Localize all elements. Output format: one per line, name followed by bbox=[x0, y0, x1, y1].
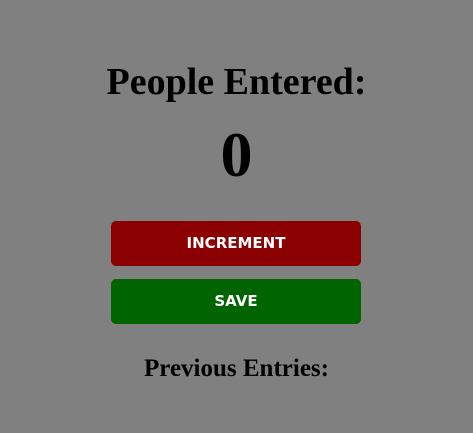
page-title: People Entered: bbox=[106, 61, 367, 103]
save-button[interactable]: SAVE bbox=[111, 279, 361, 324]
increment-button[interactable]: INCREMENT bbox=[111, 221, 361, 266]
counter-app: People Entered: 0 INCREMENT SAVE Previou… bbox=[0, 0, 473, 433]
previous-entries-label: Previous Entries: bbox=[144, 355, 329, 382]
count-display: 0 bbox=[220, 119, 253, 190]
